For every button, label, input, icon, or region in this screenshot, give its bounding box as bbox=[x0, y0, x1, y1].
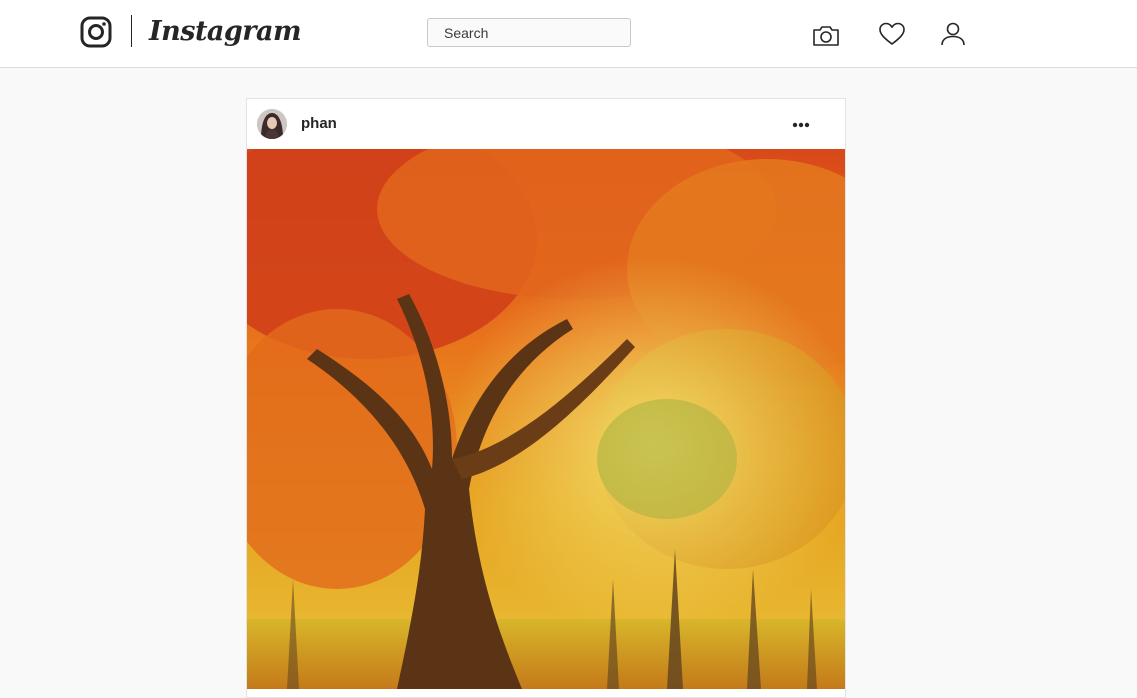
camera-icon[interactable] bbox=[811, 21, 841, 51]
instagram-wordmark[interactable]: Instagram bbox=[149, 14, 302, 50]
post-header: phan bbox=[247, 99, 845, 149]
post-username[interactable]: phan bbox=[301, 115, 337, 132]
logo-divider bbox=[131, 15, 132, 47]
autumn-tree-photo-icon bbox=[247, 149, 845, 689]
post-photo[interactable] bbox=[247, 149, 845, 689]
top-navigation-bar: Instagram bbox=[0, 0, 1137, 68]
more-options-icon[interactable] bbox=[787, 113, 815, 137]
feed-post: phan bbox=[246, 98, 846, 698]
user-icon[interactable] bbox=[938, 19, 968, 49]
heart-icon[interactable] bbox=[877, 19, 907, 49]
instagram-glyph-icon[interactable] bbox=[80, 16, 112, 48]
avatar[interactable] bbox=[257, 109, 287, 139]
search-input[interactable] bbox=[427, 18, 631, 47]
